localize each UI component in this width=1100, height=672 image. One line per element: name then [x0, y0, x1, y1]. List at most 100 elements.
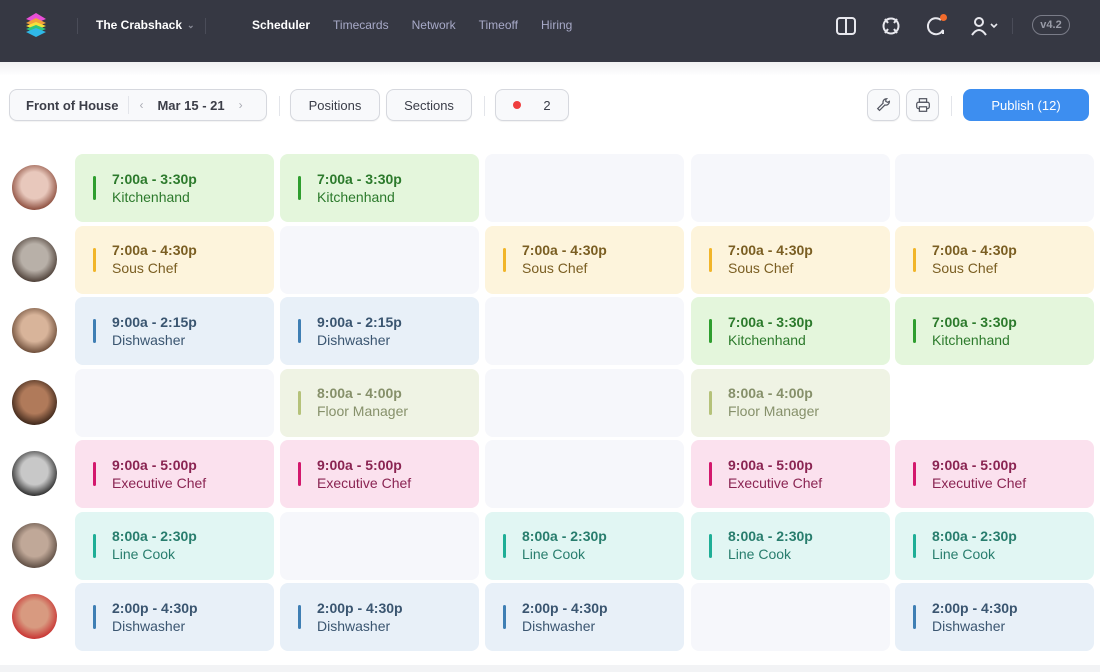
shift-card[interactable]: 9:00a - 2:15p Dishwasher	[75, 297, 274, 365]
shift-content: 2:00p - 4:30p Dishwasher	[75, 583, 274, 651]
empty-shift-slot[interactable]	[895, 369, 1094, 437]
shift-color-bar	[709, 533, 712, 558]
app-logo-icon[interactable]	[23, 12, 49, 38]
shift-time: 9:00a - 2:15p	[317, 313, 402, 330]
nav-scheduler[interactable]: Scheduler	[252, 18, 310, 32]
shift-card[interactable]: 9:00a - 5:00p Executive Chef	[75, 440, 274, 508]
shift-card[interactable]: 9:00a - 5:00p Executive Chef	[895, 440, 1094, 508]
main-navigation: Scheduler Timecards Network Timeoff Hiri…	[252, 18, 572, 32]
shift-card[interactable]: 9:00a - 5:00p Executive Chef	[280, 440, 479, 508]
employee-avatar[interactable]	[12, 594, 57, 639]
shift-text: 7:00a - 3:30p Kitchenhand	[317, 171, 402, 206]
shift-card[interactable]: 7:00a - 4:30p Sous Chef	[75, 225, 274, 294]
shift-content: 7:00a - 3:30p Kitchenhand	[895, 297, 1094, 365]
shift-card[interactable]: 8:00a - 2:30p Line Cook	[485, 511, 684, 580]
schedule-row: 9:00a - 2:15p Dishwasher 9:00a - 2:15p Dish…	[0, 297, 1100, 365]
empty-shift-slot[interactable]	[280, 225, 479, 294]
shift-color-bar	[503, 533, 506, 558]
location-selector[interactable]: Front of House	[10, 98, 118, 113]
employee-avatar[interactable]	[12, 165, 57, 210]
empty-shift-slot[interactable]	[895, 154, 1094, 222]
shift-color-bar	[93, 605, 96, 629]
shift-card[interactable]: 7:00a - 3:30p Kitchenhand	[280, 154, 479, 222]
shift-color-bar	[709, 247, 712, 272]
shift-color-bar	[93, 462, 96, 486]
employee-avatar[interactable]	[12, 236, 57, 282]
shift-card[interactable]: 7:00a - 3:30p Kitchenhand	[691, 297, 890, 365]
shift-color-bar	[298, 605, 301, 629]
shift-time: 9:00a - 5:00p	[932, 456, 1017, 473]
shift-card[interactable]: 8:00a - 2:30p Line Cook	[75, 511, 274, 580]
shift-content: 9:00a - 5:00p Executive Chef	[691, 440, 890, 508]
previous-week-chevron-icon[interactable]: ‹	[139, 98, 143, 112]
empty-shift-slot[interactable]	[691, 154, 890, 222]
empty-shift-slot[interactable]	[75, 368, 274, 437]
shift-color-bar	[503, 247, 506, 272]
employee-avatar[interactable]	[12, 522, 57, 568]
organization-switcher[interactable]: The Crabshack ⌄	[96, 18, 195, 32]
shift-time: 7:00a - 4:30p	[728, 242, 813, 258]
shift-time: 2:00p - 4:30p	[317, 599, 403, 616]
shift-card[interactable]: 7:00a - 4:30p Sous Chef	[691, 225, 890, 294]
shift-content: 2:00p - 4:30p Dishwasher	[280, 583, 479, 651]
shift-time: 7:00a - 3:30p	[317, 170, 402, 187]
shift-card[interactable]: 9:00a - 2:15p Dishwasher	[280, 297, 479, 365]
user-menu-icon[interactable]	[969, 14, 1001, 38]
empty-shift-slot[interactable]	[691, 583, 890, 651]
shift-text: 2:00p - 4:30p Dishwasher	[932, 600, 1018, 635]
employee-avatar[interactable]	[12, 379, 57, 425]
empty-shift-slot[interactable]	[485, 368, 684, 437]
empty-shift-slot[interactable]	[280, 511, 479, 580]
shift-time: 7:00a - 3:30p	[728, 313, 813, 330]
shift-card[interactable]: 2:00p - 4:30p Dishwasher	[280, 583, 479, 651]
shift-card[interactable]: 7:00a - 3:30p Kitchenhand	[895, 297, 1094, 365]
nav-network[interactable]: Network	[412, 18, 456, 32]
shift-content: 9:00a - 5:00p Executive Chef	[280, 440, 479, 508]
shift-text: 2:00p - 4:30p Dishwasher	[522, 600, 608, 635]
date-range[interactable]: Mar 15 - 21	[157, 98, 224, 113]
shift-text: 9:00a - 2:15p Dishwasher	[112, 314, 197, 349]
shift-card[interactable]: 8:00a - 4:00p Floor Manager	[691, 368, 890, 437]
nav-hiring[interactable]: Hiring	[541, 18, 572, 32]
book-icon[interactable]	[834, 14, 858, 38]
nav-timeoff[interactable]: Timeoff	[479, 18, 518, 32]
shift-time: 8:00a - 2:30p	[932, 528, 1017, 544]
shift-card[interactable]: 2:00p - 4:30p Dishwasher	[485, 583, 684, 651]
shift-card[interactable]: 8:00a - 2:30p Line Cook	[691, 511, 890, 580]
shift-time: 9:00a - 5:00p	[112, 456, 197, 473]
shift-card[interactable]: 7:00a - 4:30p Sous Chef	[895, 225, 1094, 294]
shift-card[interactable]: 2:00p - 4:30p Dishwasher	[895, 583, 1094, 651]
shift-card[interactable]: 8:00a - 2:30p Line Cook	[895, 511, 1094, 580]
tools-button[interactable]	[867, 89, 900, 121]
positions-button[interactable]: Positions	[290, 89, 380, 121]
shift-card[interactable]: 7:00a - 4:30p Sous Chef	[485, 225, 684, 294]
employee-avatar[interactable]	[12, 308, 57, 353]
employee-avatar[interactable]	[12, 451, 57, 496]
sections-button[interactable]: Sections	[386, 89, 472, 121]
divider	[484, 96, 485, 116]
header-shadow	[0, 62, 1100, 76]
shift-role: Executive Chef	[317, 474, 412, 491]
shift-card[interactable]: 2:00p - 4:30p Dishwasher	[75, 583, 274, 651]
next-week-chevron-icon[interactable]: ›	[239, 98, 243, 112]
shift-color-bar	[709, 319, 712, 343]
nav-timecards[interactable]: Timecards	[333, 18, 389, 32]
empty-shift-slot[interactable]	[485, 154, 684, 222]
shift-time: 7:00a - 3:30p	[932, 313, 1017, 330]
shift-card[interactable]: 9:00a - 5:00p Executive Chef	[691, 440, 890, 508]
help-lifebuoy-icon[interactable]	[879, 14, 903, 38]
alerts-button[interactable]: 2	[495, 89, 569, 121]
shift-text: 9:00a - 5:00p Executive Chef	[932, 457, 1026, 492]
print-button[interactable]	[906, 89, 939, 121]
shift-card[interactable]: 7:00a - 3:30p Kitchenhand	[75, 154, 274, 222]
empty-shift-slot[interactable]	[485, 297, 684, 365]
shift-content: 7:00a - 4:30p Sous Chef	[691, 226, 890, 294]
shift-color-bar	[93, 247, 96, 272]
publish-button[interactable]: Publish (12)	[963, 89, 1089, 121]
shift-time: 2:00p - 4:30p	[932, 599, 1018, 616]
notifications-icon[interactable]	[924, 14, 948, 38]
shift-color-bar	[298, 462, 301, 486]
shift-card[interactable]: 8:00a - 4:00p Floor Manager	[280, 368, 479, 437]
empty-shift-slot[interactable]	[485, 440, 684, 508]
shift-role: Sous Chef	[728, 260, 794, 276]
